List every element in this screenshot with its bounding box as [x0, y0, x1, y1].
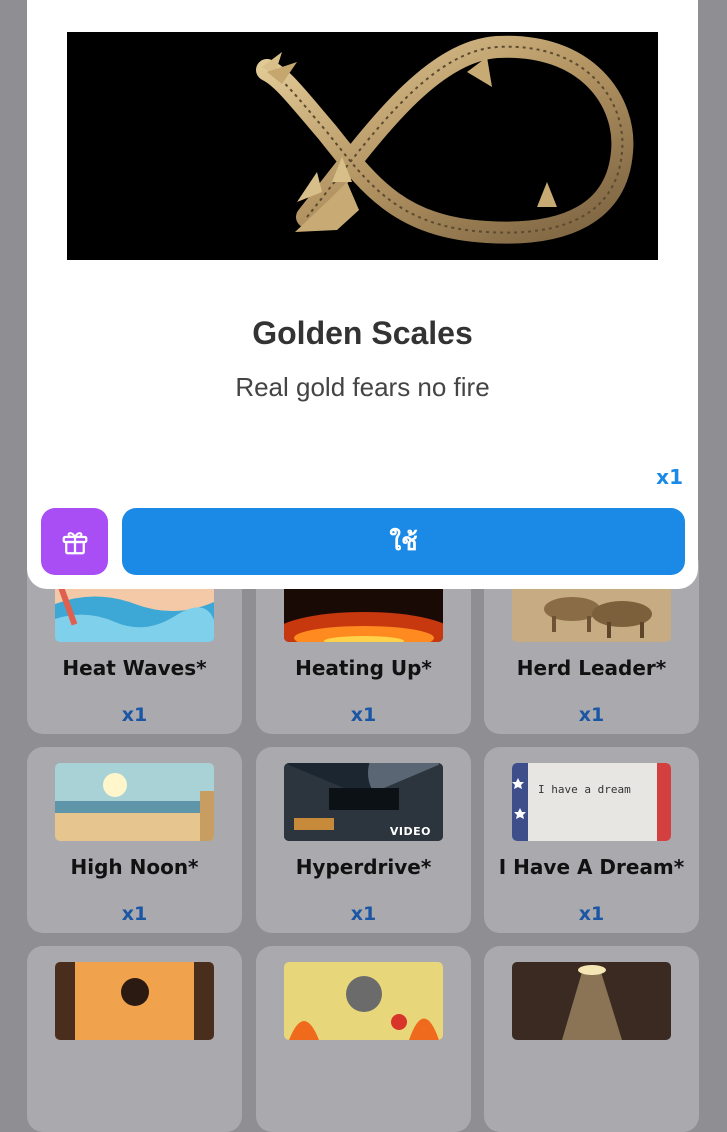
- item-name: I Have A Dream*: [498, 855, 685, 879]
- item-preview-image: [67, 32, 658, 260]
- item-detail-modal: Golden Scales Real gold fears no fire x1…: [27, 0, 698, 589]
- item-thumbnail: VIDEO: [284, 763, 443, 841]
- use-button[interactable]: ใช้: [122, 508, 685, 575]
- item-quantity: x1: [578, 704, 605, 726]
- item-thumbnail: [512, 962, 671, 1040]
- item-quantity: x1: [350, 903, 377, 925]
- item-quantity: x1: [656, 465, 683, 489]
- item-quantity: x1: [578, 903, 605, 925]
- item-card-row3-2[interactable]: [256, 946, 471, 1132]
- item-quantity: x1: [121, 903, 148, 925]
- item-name: High Noon*: [70, 855, 199, 879]
- item-card-i-have-a-dream[interactable]: I have a dream I Have A Dream* x1: [484, 747, 699, 933]
- item-card-row3-1[interactable]: [27, 946, 242, 1132]
- thumbnail-text: I have a dream: [538, 783, 631, 796]
- gift-button[interactable]: [41, 508, 108, 575]
- item-thumbnail: I have a dream: [512, 763, 671, 841]
- item-card-row3-3[interactable]: [484, 946, 699, 1132]
- item-title: Golden Scales: [252, 315, 473, 351]
- golden-dragon-illustration: [67, 32, 658, 260]
- item-quantity: x1: [121, 704, 148, 726]
- item-thumbnail: [284, 962, 443, 1040]
- item-card-hyperdrive[interactable]: VIDEO Hyperdrive* x1: [256, 747, 471, 933]
- video-badge: VIDEO: [389, 825, 431, 838]
- item-name: Heating Up*: [295, 656, 432, 680]
- item-name: Herd Leader*: [516, 656, 667, 680]
- item-thumbnail: [55, 763, 214, 841]
- item-thumbnail: [55, 962, 214, 1040]
- item-card-high-noon[interactable]: High Noon* x1: [27, 747, 242, 933]
- item-quantity: x1: [350, 704, 377, 726]
- gift-icon: [62, 531, 87, 554]
- item-name: Hyperdrive*: [295, 855, 432, 879]
- item-description: Real gold fears no fire: [235, 372, 490, 402]
- item-name: Heat Waves*: [62, 656, 207, 680]
